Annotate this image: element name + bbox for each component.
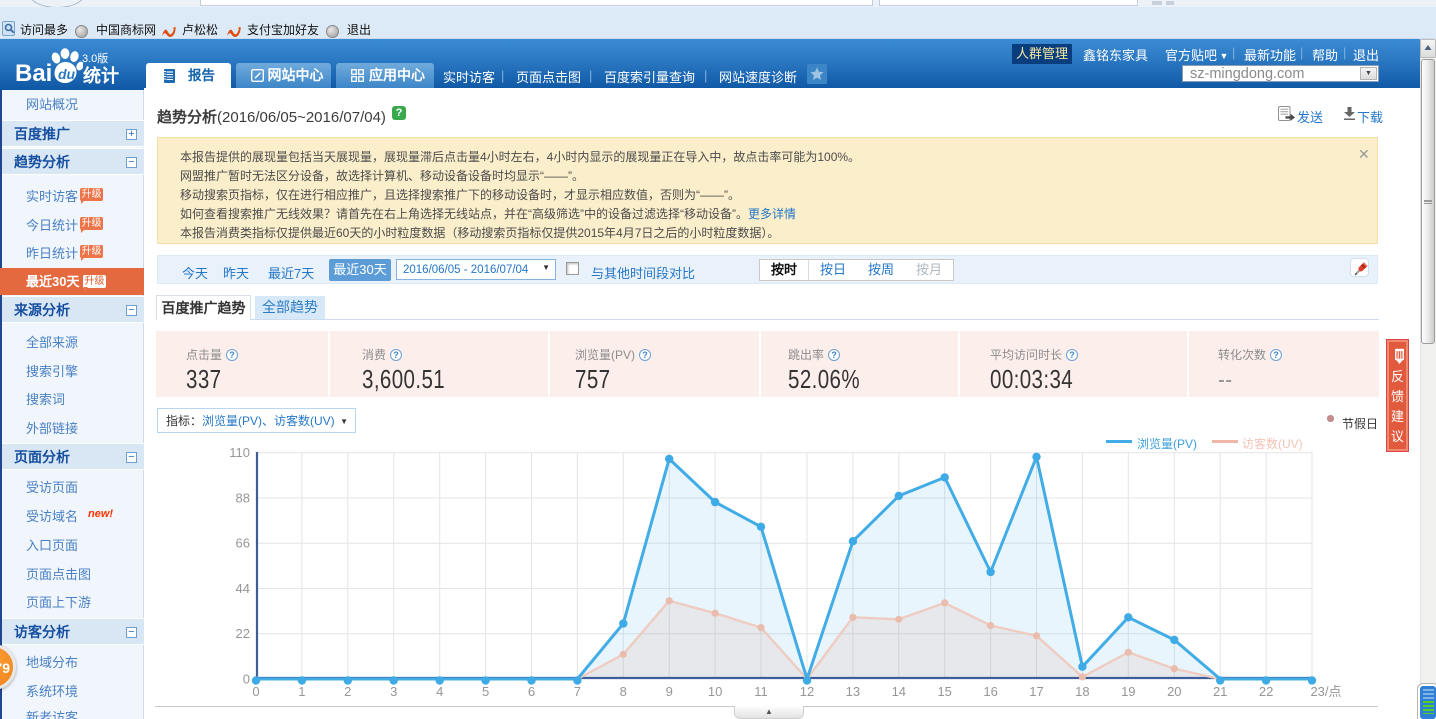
svg-text:11: 11	[754, 684, 768, 699]
svg-text:16: 16	[983, 684, 997, 699]
svg-text:14: 14	[892, 684, 906, 699]
svg-text:9: 9	[666, 684, 673, 699]
svg-text:22: 22	[1259, 684, 1273, 699]
svg-text:19: 19	[1121, 684, 1135, 699]
svg-text:17: 17	[1029, 684, 1043, 699]
svg-text:6: 6	[528, 684, 535, 699]
svg-text:18: 18	[1075, 684, 1089, 699]
svg-text:21: 21	[1213, 684, 1227, 699]
svg-text:88: 88	[236, 491, 250, 506]
svg-text:20: 20	[1167, 684, 1181, 699]
svg-text:2: 2	[344, 684, 351, 699]
svg-text:12: 12	[800, 684, 814, 699]
svg-text:22: 22	[236, 626, 250, 641]
svg-text:1: 1	[298, 684, 305, 699]
svg-text:23/点: 23/点	[1310, 684, 1341, 699]
svg-text:10: 10	[708, 684, 722, 699]
svg-text:7: 7	[574, 684, 581, 699]
svg-text:44: 44	[236, 581, 250, 596]
svg-text:13: 13	[846, 684, 860, 699]
svg-text:66: 66	[236, 536, 250, 551]
svg-text:110: 110	[229, 445, 250, 460]
svg-text:0: 0	[252, 684, 259, 699]
svg-text:8: 8	[620, 684, 627, 699]
svg-text:3: 3	[390, 684, 397, 699]
svg-text:0: 0	[243, 672, 250, 687]
svg-text:4: 4	[436, 684, 443, 699]
svg-text:5: 5	[482, 684, 489, 699]
svg-text:15: 15	[937, 684, 951, 699]
